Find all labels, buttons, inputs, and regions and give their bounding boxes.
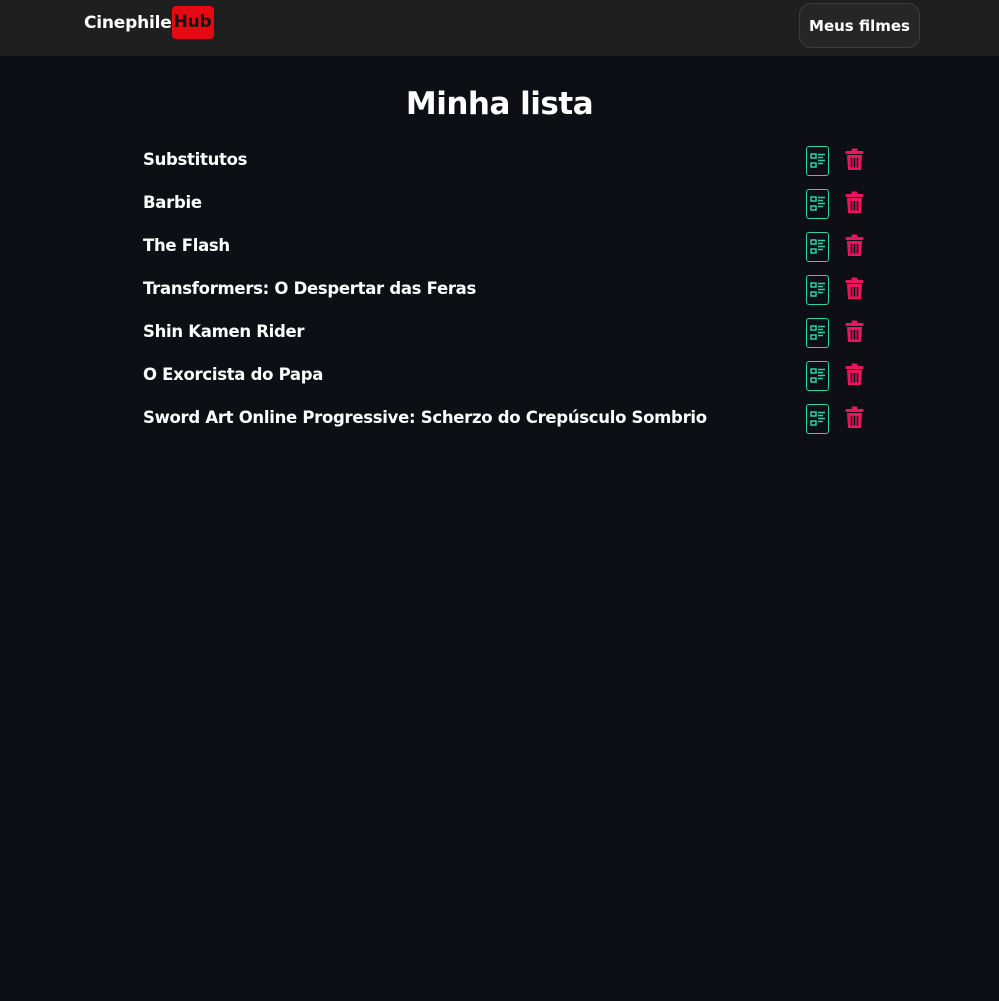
logo-text-accent: Hub	[171, 6, 214, 39]
movie-actions	[806, 273, 865, 305]
movie-actions	[806, 316, 865, 348]
movie-list-item: Transformers: O Despertar das Feras	[143, 267, 865, 310]
trash-icon	[845, 148, 863, 170]
details-button[interactable]	[806, 231, 829, 262]
trash-icon	[845, 277, 863, 299]
trash-icon	[845, 320, 863, 342]
details-button[interactable]	[806, 274, 829, 305]
movie-title: Substitutos	[143, 150, 248, 169]
movie-title: The Flash	[143, 236, 230, 255]
site-logo[interactable]: Cinephile Hub	[84, 6, 214, 39]
trash-icon	[845, 234, 863, 256]
delete-button[interactable]	[843, 319, 865, 345]
movie-title: Barbie	[143, 193, 202, 212]
trash-icon	[845, 191, 863, 213]
delete-button[interactable]	[843, 147, 865, 173]
my-movies-button[interactable]: Meus filmes	[799, 3, 920, 48]
movie-list: Substitutos Barbie The Flash Transformer…	[143, 138, 865, 439]
movie-list-item: The Flash	[143, 224, 865, 267]
movie-actions	[806, 187, 865, 219]
delete-button[interactable]	[843, 276, 865, 302]
details-list-icon	[809, 367, 825, 383]
delete-button[interactable]	[843, 362, 865, 388]
movie-title: Sword Art Online Progressive: Scherzo do…	[143, 408, 707, 427]
details-button[interactable]	[806, 145, 829, 176]
movie-list-item: Shin Kamen Rider	[143, 310, 865, 353]
movie-list-item: Substitutos	[143, 138, 865, 181]
details-button[interactable]	[806, 317, 829, 348]
logo-text-primary: Cinephile	[84, 12, 172, 33]
movie-list-item: O Exorcista do Papa	[143, 353, 865, 396]
trash-icon	[845, 363, 863, 385]
trash-icon	[845, 406, 863, 428]
details-list-icon	[809, 238, 825, 254]
movie-list-item: Barbie	[143, 181, 865, 224]
movie-actions	[806, 144, 865, 176]
movie-title: O Exorcista do Papa	[143, 365, 324, 384]
movie-title: Shin Kamen Rider	[143, 322, 305, 341]
movie-title: Transformers: O Despertar das Feras	[143, 279, 477, 298]
details-button[interactable]	[806, 360, 829, 391]
movie-actions	[806, 402, 865, 434]
details-list-icon	[809, 410, 825, 426]
delete-button[interactable]	[843, 405, 865, 431]
movie-list-item: Sword Art Online Progressive: Scherzo do…	[143, 396, 865, 439]
details-button[interactable]	[806, 403, 829, 434]
details-list-icon	[809, 324, 825, 340]
page-title: Minha lista	[405, 86, 594, 122]
details-list-icon	[809, 195, 825, 211]
delete-button[interactable]	[843, 233, 865, 259]
details-list-icon	[809, 281, 825, 297]
delete-button[interactable]	[843, 190, 865, 216]
details-button[interactable]	[806, 188, 829, 219]
details-list-icon	[809, 152, 825, 168]
top-header: Cinephile Hub Meus filmes	[0, 0, 999, 56]
movie-actions	[806, 230, 865, 262]
movie-actions	[806, 359, 865, 391]
